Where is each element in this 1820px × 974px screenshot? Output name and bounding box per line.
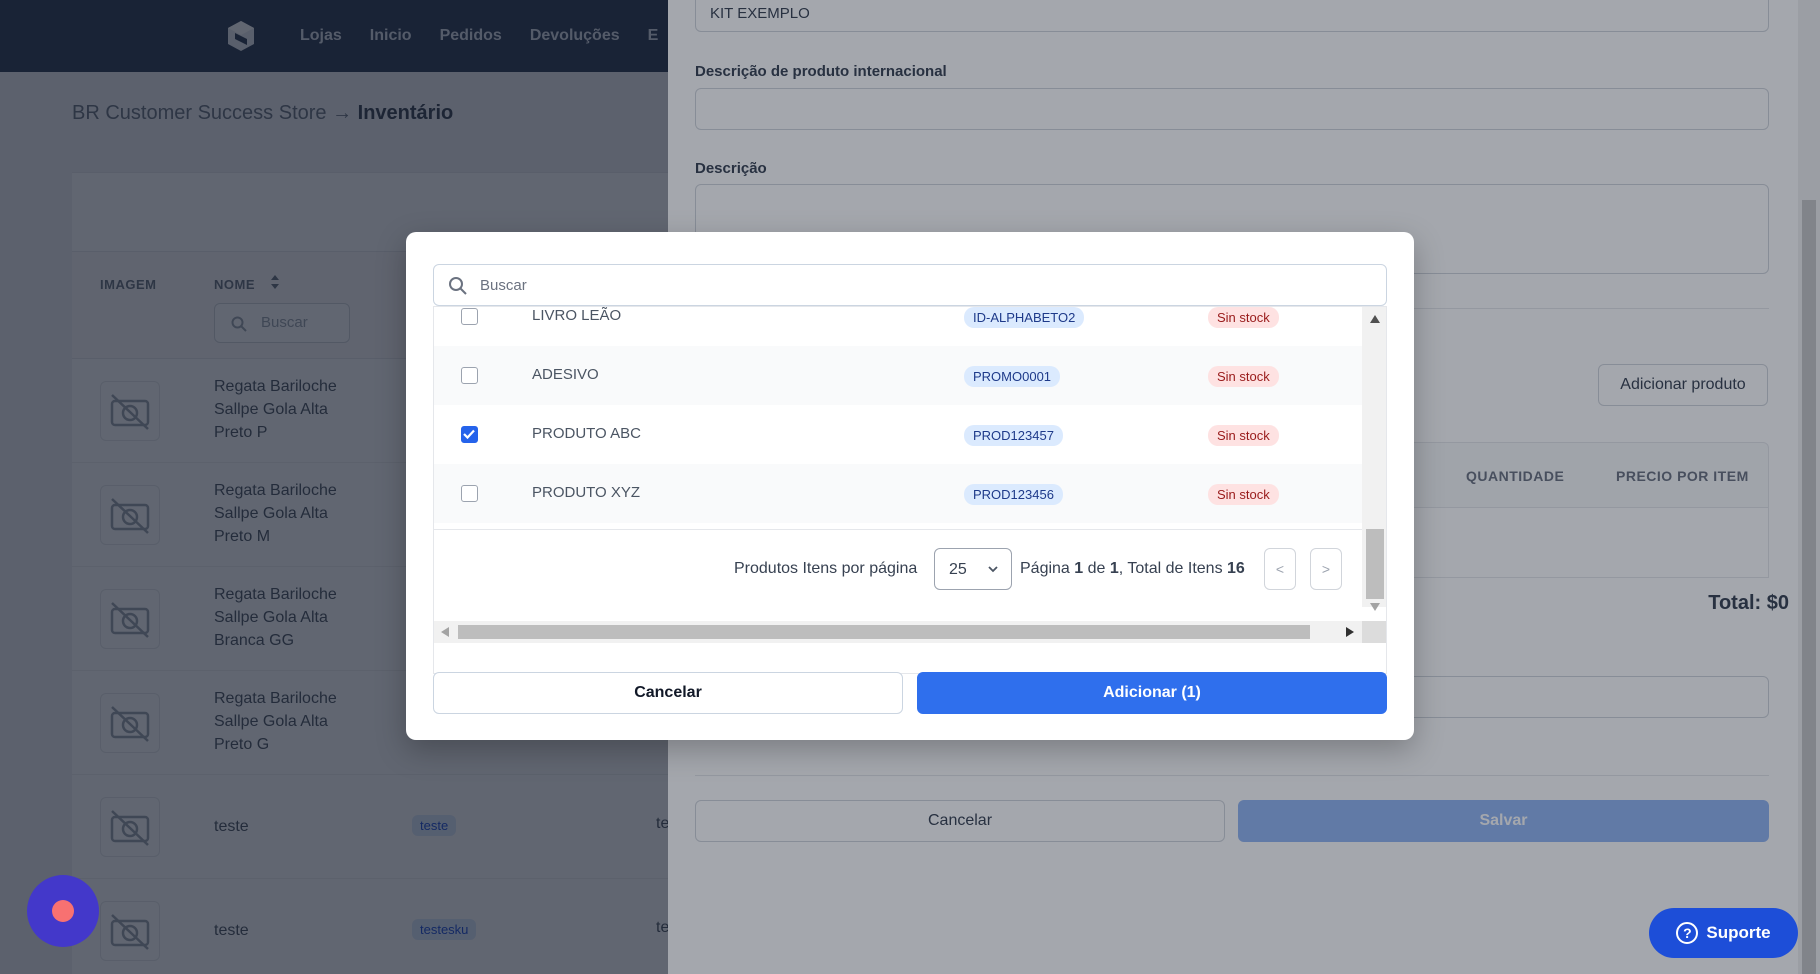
- list-horizontal-scrollbar[interactable]: [434, 621, 1362, 643]
- scroll-down-icon[interactable]: [1370, 603, 1380, 611]
- product-search-placeholder: Buscar: [480, 277, 527, 294]
- product-row[interactable]: LIVRO LEÃO ID-ALPHABETO2 Sin stock: [434, 307, 1362, 346]
- scroll-right-icon[interactable]: [1346, 627, 1354, 637]
- per-page-label: Produtos Itens por página: [734, 560, 918, 577]
- scrollbar-corner: [1362, 621, 1386, 643]
- list-vertical-scrollbar[interactable]: [1362, 307, 1386, 607]
- product-name: PRODUTO XYZ: [532, 484, 641, 501]
- product-row[interactable]: PRODUTO XYZ PROD123456 Sin stock: [434, 464, 1362, 523]
- product-code-badge: ID-ALPHABETO2: [964, 307, 1085, 328]
- list-horizontal-scrollbar-thumb[interactable]: [458, 625, 1310, 639]
- prev-page-button[interactable]: <: [1264, 548, 1296, 590]
- product-code-badge: PROMO0001: [964, 366, 1061, 387]
- pagination-bar: Produtos Itens por página 25 Página 1 de…: [434, 529, 1362, 605]
- stock-status-badge: Sin stock: [1208, 307, 1279, 328]
- stock-status-badge: Sin stock: [1208, 366, 1279, 387]
- product-name: LIVRO LEÃO: [532, 307, 622, 324]
- scroll-left-icon[interactable]: [441, 627, 449, 637]
- support-button[interactable]: ? Suporte: [1649, 908, 1798, 958]
- product-name: ADESIVO: [532, 366, 599, 383]
- stock-status-badge: Sin stock: [1208, 425, 1279, 446]
- product-picker-modal: Buscar LIVRO LEÃO ID-ALPHABETO2 Sin stoc…: [406, 232, 1414, 740]
- product-row[interactable]: PRODUTO ABC PROD123457 Sin stock: [434, 405, 1362, 464]
- search-icon: [449, 277, 467, 295]
- record-dot-icon: [52, 900, 74, 922]
- per-page-select[interactable]: 25: [934, 548, 1012, 590]
- support-label: Suporte: [1706, 923, 1771, 942]
- product-row[interactable]: ADESIVO PROMO0001 Sin stock: [434, 346, 1362, 405]
- modal-cancel-button[interactable]: Cancelar: [433, 672, 903, 714]
- help-icon: ?: [1676, 922, 1699, 944]
- product-checkbox[interactable]: [461, 485, 478, 502]
- check-icon: [463, 429, 475, 440]
- record-button[interactable]: [27, 875, 99, 947]
- page-info: Página 1 de 1, Total de Itens 16: [1020, 560, 1245, 577]
- chevron-down-icon: [988, 566, 998, 573]
- product-list: LIVRO LEÃO ID-ALPHABETO2 Sin stock ADESI…: [433, 306, 1387, 674]
- product-code-badge: PROD123456: [964, 484, 1063, 505]
- product-checkbox[interactable]: [461, 308, 478, 325]
- product-name: PRODUTO ABC: [532, 425, 641, 442]
- product-code-badge: PROD123457: [964, 425, 1063, 446]
- modal-add-button[interactable]: Adicionar (1): [917, 672, 1387, 714]
- list-vertical-scrollbar-thumb[interactable]: [1366, 529, 1384, 599]
- stock-status-badge: Sin stock: [1208, 484, 1279, 505]
- product-search-input[interactable]: Buscar: [433, 264, 1387, 306]
- product-checkbox-checked[interactable]: [461, 426, 478, 443]
- scroll-up-icon[interactable]: [1370, 315, 1380, 323]
- next-page-button[interactable]: >: [1310, 548, 1342, 590]
- per-page-value: 25: [949, 561, 967, 578]
- product-checkbox[interactable]: [461, 367, 478, 384]
